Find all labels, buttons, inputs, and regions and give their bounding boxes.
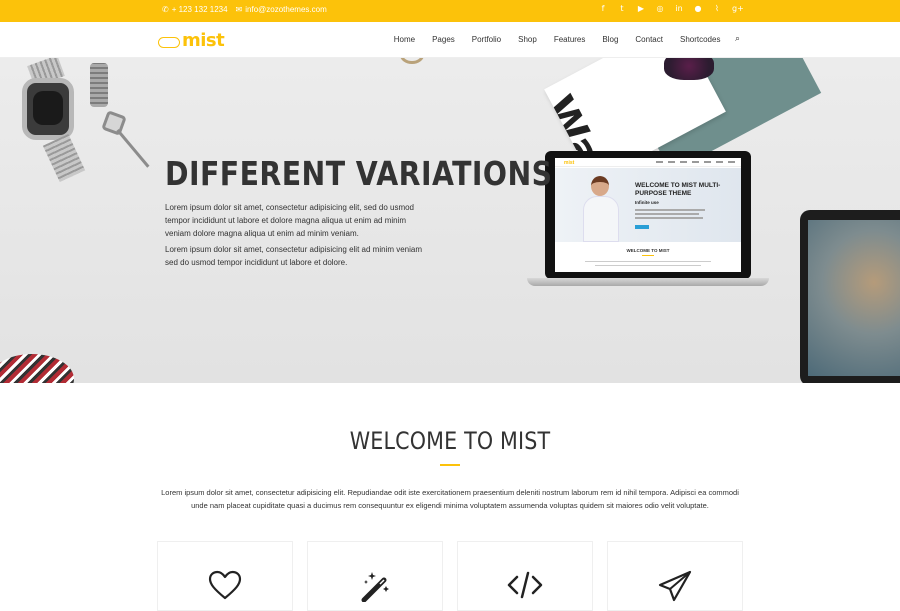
mini-hero-title: WELCOME TO MIST MULTI-PURPOSE THEME [635,182,721,197]
mini-divider [642,255,654,256]
site-logo[interactable]: mist [158,30,225,51]
nav-item-shop[interactable]: Shop [510,35,546,44]
email-contact[interactable]: ✉ info@zozothemes.com [236,5,327,14]
title-divider [440,464,460,466]
facebook-icon[interactable]: f [599,4,607,13]
person-image [581,172,621,242]
phone-number: + 123 132 1234 [171,5,228,14]
mini-header: mist [555,158,741,167]
mini-welcome-title: WELCOME TO MIST [626,248,670,253]
watch-face [33,91,63,125]
top-bar: ✆ + 123 132 1234 ✉ info@zozothemes.com f t… [0,0,900,22]
main-nav: Home Pages Portfolio Shop Features Blog … [385,34,740,44]
hero-title: DIFFERENT VARIATIONS [165,154,553,193]
laptop-screen: mist WELCOME TO MIST MULTI-PURPOSE THEME… [555,158,741,272]
twitter-icon[interactable]: t [618,4,626,13]
youtube-icon[interactable]: ▶ [637,4,645,13]
feature-card[interactable] [607,541,743,611]
keychain-image [90,63,108,107]
feature-card[interactable] [457,541,593,611]
email-address: info@zozothemes.com [245,5,327,14]
cloud-icon [158,36,180,48]
mini-hero: WELCOME TO MIST MULTI-PURPOSE THEME Infi… [555,168,741,242]
feature-card[interactable] [157,541,293,611]
nav-item-home[interactable]: Home [385,35,423,44]
contact-info: ✆ + 123 132 1234 ✉ info@zozothemes.com [162,5,327,14]
mini-logo: mist [564,160,575,166]
ring-image [400,58,424,64]
rope-image [0,354,74,383]
google-plus-icon[interactable]: g+ [732,4,744,13]
tablet-screen [808,220,900,376]
social-links: f t ▶ ◎ in ● ⌇ g+ [599,4,744,13]
hero-paragraph-2: Lorem ipsum dolor sit amet, consectetur … [165,245,422,267]
welcome-title: WELCOME TO MIST [349,427,551,455]
heart-icon [208,570,242,600]
feature-card[interactable] [307,541,443,611]
nav-item-features[interactable]: Features [545,35,594,44]
envelope-icon: ✉ [235,5,243,14]
mini-hero-subtitle: Infinite use [635,200,659,205]
magic-wand-icon [361,572,389,602]
mini-nav-links [656,161,735,163]
nav-item-contact[interactable]: Contact [627,35,672,44]
feature-cards [157,541,743,611]
key-head-image [101,110,127,136]
phone-contact[interactable]: ✆ + 123 132 1234 [162,5,228,14]
paper-plane-icon [658,570,692,602]
welcome-text: Lorem ipsum dolor sit amet, consectetur … [161,488,739,510]
nav-item-pages[interactable]: Pages [424,35,464,44]
yarn-image [664,58,714,80]
hero-paragraph-1: Lorem ipsum dolor sit amet, consectetur … [165,203,415,238]
linkedin-icon[interactable]: in [675,4,683,13]
dribbble-icon[interactable]: ◎ [656,4,664,13]
tablet-image [800,210,900,383]
nav-item-blog[interactable]: Blog [594,35,627,44]
logo-text: mist [182,30,225,51]
rss-icon[interactable]: ⌇ [713,4,721,13]
nav-item-portfolio[interactable]: Portfolio [463,35,509,44]
key-stem-image [116,129,150,168]
mini-button [635,225,649,229]
phone-icon: ✆ [162,5,169,14]
laptop-mockup: mist WELCOME TO MIST MULTI-PURPOSE THEME… [527,151,769,286]
watch-strap-lower [42,133,86,183]
wristwatch-image [22,78,74,140]
hero-section: Wall mist WELCOME TO MIST MULTI-PURPOSE … [0,58,900,383]
laptop-base [527,278,769,286]
nav-item-shortcodes[interactable]: Shortcodes [671,35,728,44]
github-icon[interactable]: ● [694,4,702,13]
site-header: mist Home Pages Portfolio Shop Features … [0,22,900,58]
code-icon [507,571,543,599]
search-icon[interactable]: ⌕ [729,34,740,44]
